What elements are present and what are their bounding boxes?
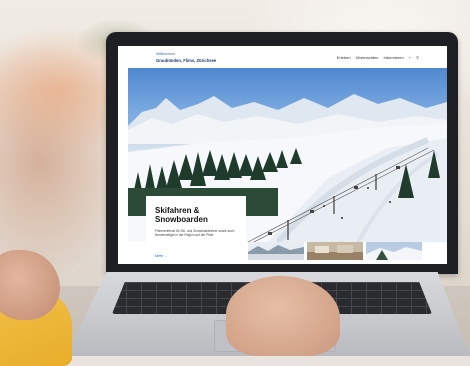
thumbnail-2[interactable] — [307, 242, 363, 260]
hero-caption-card: Skifahren & Snowboarden Pistenerlebnis f… — [146, 196, 246, 264]
nav-item-erleben[interactable]: Erleben — [337, 55, 351, 60]
thumbnail-3[interactable] — [366, 242, 422, 260]
hero-text: Pistenerlebnis für Ski- und Snowboardfah… — [155, 229, 235, 238]
hero-title: Skifahren & Snowboarden — [155, 206, 208, 224]
search-icon[interactable]: ⚲ — [416, 55, 419, 60]
nav-item-uebernachten[interactable]: Übernachten — [356, 55, 379, 60]
logo-name: Graubünden, Flims, Zürichsee — [156, 58, 217, 63]
nav-item-informieren[interactable]: Informieren — [383, 55, 403, 60]
thumbnail-1[interactable] — [248, 242, 304, 260]
laptop-screen: Willkommen Graubünden, Flims, Zürichsee … — [118, 46, 447, 264]
site-nav: Erleben Übernachten Informieren + ⚲ — [337, 55, 419, 60]
plus-icon[interactable]: + — [409, 55, 411, 60]
site-header: Willkommen Graubünden, Flims, Zürichsee … — [118, 46, 447, 70]
hero-more-link[interactable]: Mehr → — [155, 254, 168, 258]
right-hand — [226, 276, 340, 356]
thumbnail-strip — [248, 242, 422, 260]
site-logo[interactable]: Willkommen Graubünden, Flims, Zürichsee — [156, 52, 216, 63]
logo-tagline: Willkommen — [156, 52, 176, 56]
